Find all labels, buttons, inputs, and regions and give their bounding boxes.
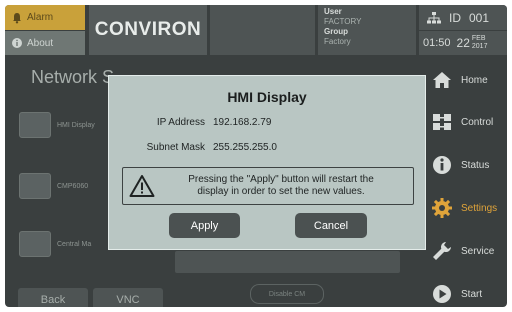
user-label: User (324, 7, 342, 16)
sidebar-item-home[interactable]: Home (423, 60, 507, 100)
sidebar-item-label: Service (461, 245, 495, 257)
user-value: FACTORY (324, 17, 362, 26)
date-month-year: FEB 2017 (472, 35, 488, 51)
apply-button[interactable]: Apply (169, 213, 240, 238)
dialog-title: HMI Display (227, 89, 307, 105)
sidebar-item-label: Status (461, 159, 490, 171)
warning-box: Pressing the "Apply" button will restart… (122, 167, 414, 205)
central-management-field[interactable] (175, 251, 400, 273)
computer-icon (19, 231, 51, 257)
sidebar-item-control[interactable]: Control (423, 102, 507, 142)
device-central-management[interactable]: Central Ma (19, 231, 91, 257)
control-icon (433, 114, 451, 130)
sidebar-item-label: Control (461, 116, 494, 128)
wrench-icon (433, 242, 451, 260)
id-label: ID (449, 10, 461, 25)
brand-logo: CONVIRON (89, 5, 207, 55)
subnet-mask-value: 255.255.255.0 (213, 142, 277, 153)
page-title: Network S (31, 67, 115, 87)
ip-address-value: 192.168.2.79 (213, 117, 272, 128)
sidebar-item-label: Settings (461, 202, 498, 214)
warning-icon (129, 175, 155, 197)
user-info: User FACTORY Group Factory (318, 5, 416, 55)
monitor-icon (19, 112, 51, 138)
device-label: Central Ma (57, 240, 92, 248)
sidebar-item-status[interactable]: Status (423, 145, 507, 185)
date-day: 22 (456, 36, 470, 50)
warning-line-1: Pressing the "Apply" button will restart… (188, 174, 374, 185)
device-label: HMI Display (57, 121, 95, 129)
sidebar-item-settings[interactable]: Settings (423, 188, 507, 228)
device-hmi-display[interactable]: HMI Display (19, 112, 95, 138)
subnet-mask-row: Subnet Mask 255.255.255.0 (109, 142, 277, 153)
play-icon (433, 285, 451, 303)
sidebar-item-service[interactable]: Service (423, 231, 507, 271)
about-button[interactable]: About (5, 31, 85, 55)
info-circle-icon (12, 38, 22, 48)
device-cmp6060[interactable]: CMP6060 (19, 173, 88, 199)
controller-icon (19, 173, 51, 199)
date-month: FEB (471, 35, 486, 42)
home-icon (433, 72, 451, 88)
warning-line-2: display in order to set the new values. (197, 186, 365, 197)
ip-address-label: IP Address (156, 117, 205, 128)
network-tree-icon (427, 11, 441, 23)
warning-text: Pressing the "Apply" button will restart… (155, 174, 413, 198)
back-button[interactable]: Back (18, 288, 88, 307)
date-year: 2017 (471, 43, 488, 50)
bell-icon (13, 12, 21, 23)
header-spacer (210, 5, 315, 55)
info-icon (433, 156, 451, 174)
gear-icon (432, 198, 452, 218)
subnet-mask-label: Subnet Mask (146, 142, 205, 153)
disable-cm-button[interactable]: Disable CM (250, 284, 324, 304)
group-label: Group (324, 27, 348, 36)
sidebar-nav: Home Control Status Settings Service Sta… (423, 60, 507, 307)
datetime-box: 01:50 22 FEB 2017 (419, 31, 507, 55)
id-value: 001 (469, 10, 490, 25)
sidebar-item-label: Start (461, 288, 483, 300)
time-value: 01:50 (423, 37, 451, 49)
date: 22 FEB 2017 (457, 35, 488, 51)
group-value: Factory (324, 37, 351, 46)
hmi-screen: Alarm About CONVIRON User FACTORY Group … (5, 5, 507, 307)
sidebar-item-label: Home (461, 74, 488, 86)
network-id-box: ID 001 (419, 5, 507, 30)
vnc-button[interactable]: VNC (93, 288, 163, 307)
alarm-label: Alarm (27, 12, 54, 23)
hmi-display-dialog: HMI Display IP Address 192.168.2.79 Subne… (108, 75, 426, 250)
about-label: About (27, 37, 54, 49)
cancel-button[interactable]: Cancel (295, 213, 367, 238)
ip-address-row: IP Address 192.168.2.79 (109, 117, 272, 128)
alarm-button[interactable]: Alarm (5, 5, 85, 30)
device-label: CMP6060 (57, 182, 89, 190)
sidebar-item-start[interactable]: Start (423, 274, 507, 307)
